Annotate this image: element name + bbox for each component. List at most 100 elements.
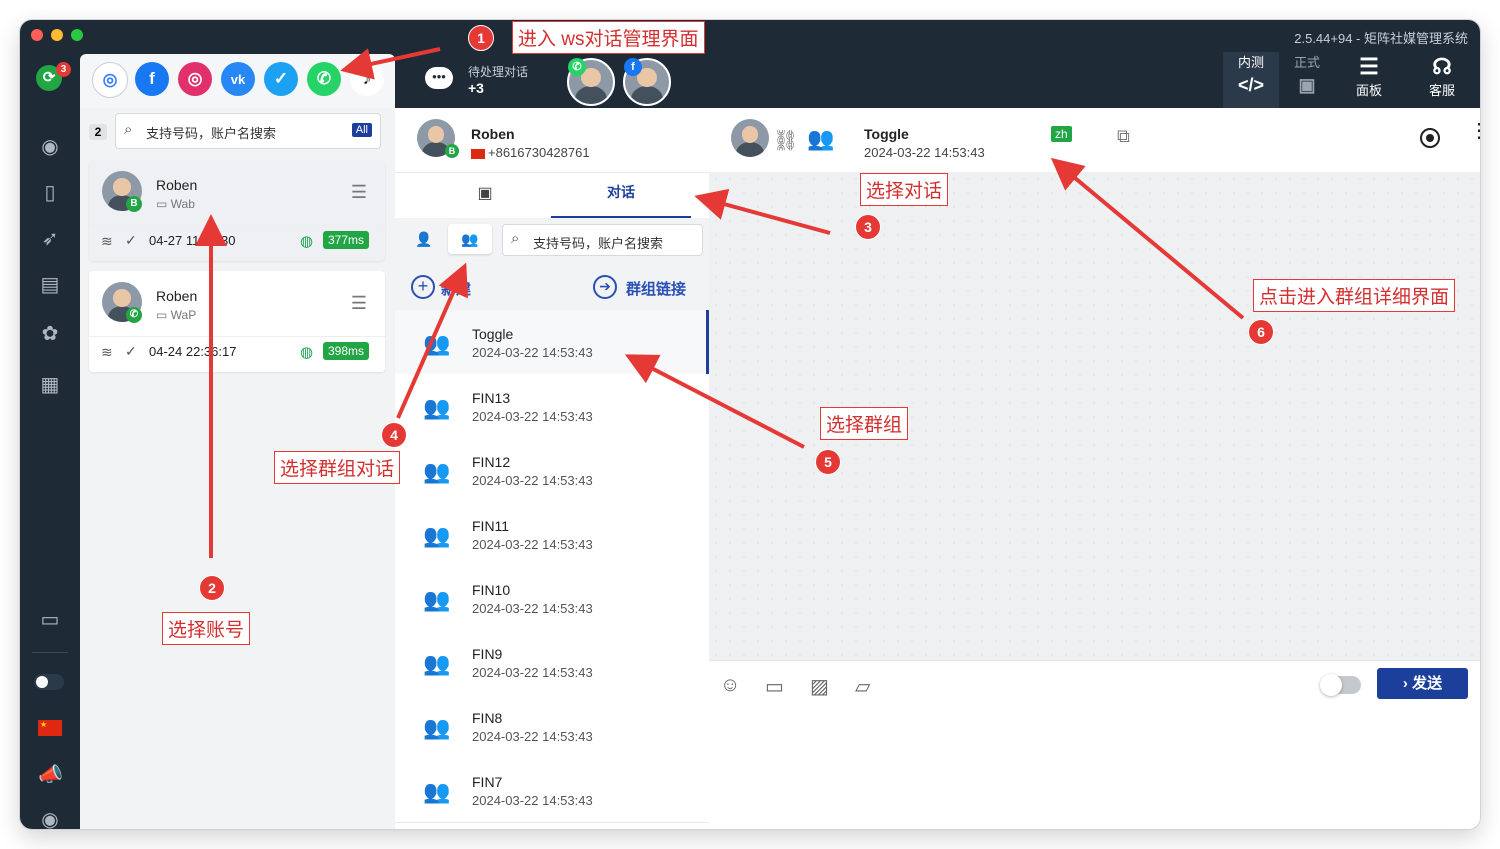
china-flag-icon — [471, 148, 485, 159]
folder-icon[interactable]: ▱ — [855, 674, 870, 699]
language-badge[interactable]: zh — [1051, 126, 1072, 142]
screen-icon[interactable]: ▭ — [765, 674, 784, 699]
tab-conversations[interactable]: 对话 — [551, 172, 691, 218]
instagram-icon[interactable]: ◎ — [178, 62, 212, 96]
china-flag-icon[interactable]: ★ — [38, 720, 62, 736]
link-icon[interactable]: ⛓ — [773, 128, 798, 153]
group-name: FIN11 — [472, 518, 510, 534]
group-icon: 👥 — [423, 523, 451, 548]
chrome-icon[interactable]: ◉ — [38, 135, 62, 159]
group-name: Toggle — [472, 326, 514, 342]
annotation-label: 选择对话 — [860, 173, 949, 206]
group-date: 2024-03-22 14:53:43 — [472, 665, 593, 680]
group-date: 2024-03-22 14:53:43 — [472, 537, 593, 552]
group-name: FIN9 — [472, 646, 503, 662]
beta-button[interactable]: 内测 </> — [1223, 52, 1279, 108]
latency-badge: 398ms — [323, 342, 370, 360]
account-card[interactable]: B Roben ▭ Wab ☰ ≋ ✓ 04-27 11:15:30 ◍ 377… — [89, 160, 385, 261]
group-date: 2024-03-22 14:53:43 — [472, 345, 593, 360]
conversation-search-input[interactable]: ⌕ 支持号码，账户名搜索 — [502, 224, 703, 256]
title-bar: 2.5.44+94 - 矩阵社媒管理系统 ⟳ 3 ◎ f ◎ vk ✓ ✆ ♪ … — [20, 20, 1480, 108]
add-circle-icon[interactable]: + — [411, 275, 435, 299]
group-icon[interactable]: 👥 — [807, 126, 834, 152]
settings-sliders-icon[interactable]: ☰ — [351, 293, 367, 314]
group-list-item[interactable]: 👥 FIN13 2024-03-22 14:53:43 — [395, 374, 709, 439]
laptop-icon: ▭ — [156, 197, 171, 211]
settings-sliders-icon[interactable]: ☰ — [351, 182, 367, 203]
group-chat-filter-icon[interactable]: 👥 — [448, 224, 492, 254]
group-icon: 👥 — [423, 459, 451, 484]
account-type: ▭ WaP — [156, 308, 196, 322]
chat-title: Toggle — [864, 126, 909, 142]
release-button[interactable]: 正式 ▣ — [1279, 52, 1335, 108]
all-filter-button[interactable]: All — [351, 123, 372, 137]
theme-toggle[interactable] — [34, 674, 64, 690]
emoji-icon[interactable]: ☺ — [720, 674, 740, 697]
rocket-icon[interactable]: ➶ — [38, 227, 62, 251]
group-date: 2024-03-22 14:53:43 — [472, 729, 593, 744]
server-icon[interactable]: ▭ — [38, 608, 62, 632]
phone-icon[interactable]: ▯ — [38, 181, 62, 205]
annotation-number: 6 — [1248, 319, 1274, 345]
facebook-icon[interactable]: f — [135, 62, 169, 96]
group-icon: 👥 — [423, 587, 451, 612]
minimize-window-button[interactable] — [51, 29, 63, 41]
annotation-number: 3 — [855, 214, 881, 240]
group-list-item[interactable]: 👥 FIN12 2024-03-22 14:53:43 — [395, 438, 709, 503]
conversation-filter-bar: 👤 👥 ⌕ 支持号码，账户名搜索 — [395, 218, 709, 264]
account-search-input[interactable]: ⌕ 支持号码，账户名搜索 All — [115, 113, 381, 149]
copy-icon[interactable]: ⧉ — [1117, 126, 1130, 147]
pending-count: +3 — [468, 80, 484, 96]
latency-badge: 377ms — [323, 231, 370, 249]
group-list-item[interactable]: 👥 FIN9 2024-03-22 14:53:43 — [395, 630, 709, 695]
store-icon[interactable]: ▤ — [38, 273, 62, 297]
image-icon[interactable]: ▨ — [810, 674, 829, 699]
brain-icon[interactable]: ✿ — [38, 322, 62, 346]
chat-header[interactable]: ⛓ 👥 Toggle 2024-03-22 14:53:43 zh ⧉ ⋮ — [709, 108, 1480, 173]
whatsapp-badge-icon: ✆ — [126, 307, 142, 323]
account-type-label: Wab — [170, 197, 195, 211]
conversation-header: B Roben +8616730428761 — [395, 108, 709, 173]
account-icon[interactable]: ◉ — [38, 808, 62, 829]
generic-platform-icon[interactable]: ◎ — [92, 62, 128, 98]
send-button[interactable]: › 发送 — [1377, 668, 1468, 699]
tiktok-icon[interactable]: ♪ — [350, 62, 384, 96]
globe-icon: ◍ — [300, 344, 314, 361]
chat-bubble-icon: ••• — [425, 67, 453, 89]
group-name: FIN13 — [472, 390, 511, 406]
new-group-button[interactable]: 新建 — [441, 278, 471, 299]
left-sidebar: ◉ ▯ ➶ ▤ ✿ ▦ ▭ ★ 📣 ◉ — [20, 108, 80, 829]
platform-bar: ◎ f ◎ vk ✓ ✆ ♪ — [80, 54, 395, 108]
whatsapp-icon[interactable]: ✆ — [307, 62, 341, 96]
wifi-icon: ≋ — [101, 344, 113, 360]
group-list-item[interactable]: 👥 FIN11 2024-03-22 14:53:43 — [395, 502, 709, 567]
group-list-item[interactable]: 👥 Toggle 2024-03-22 14:53:43 — [395, 310, 709, 375]
record-icon[interactable] — [1420, 128, 1440, 148]
account-name: Roben — [156, 288, 198, 304]
account-count-badge: 2 — [89, 124, 107, 140]
panel-button[interactable]: ☰ 面板 — [1341, 52, 1397, 108]
group-list-item[interactable]: 👥 FIN8 2024-03-22 14:53:43 — [395, 694, 709, 759]
support-button[interactable]: ☊ 客服 — [1414, 52, 1470, 108]
account-card[interactable]: ✆ Roben ▭ WaP ☰ ≋ ✓ 04-24 22:36:17 ◍ 398… — [89, 271, 385, 372]
business-badge-icon: B — [445, 144, 459, 158]
maximize-window-button[interactable] — [71, 29, 83, 41]
more-menu-icon[interactable]: ⋮ — [1469, 121, 1480, 141]
whatsapp-icon: ✆ — [568, 58, 586, 76]
tab-contacts[interactable]: ▣ — [455, 172, 515, 216]
twitter-icon[interactable]: ✓ — [264, 62, 298, 96]
monitor-icon: ▣ — [1298, 75, 1316, 95]
single-chat-filter-icon[interactable]: 👤 — [402, 224, 446, 254]
group-list-item[interactable]: 👥 FIN10 2024-03-22 14:53:43 — [395, 566, 709, 631]
annotation-number: 5 — [815, 449, 841, 475]
close-window-button[interactable] — [31, 29, 43, 41]
arrow-right-circle-icon[interactable]: ➔ — [593, 275, 617, 299]
group-list-item[interactable]: 👥 FIN7 2024-03-22 14:53:43 — [395, 758, 709, 823]
translate-toggle[interactable] — [1320, 674, 1361, 696]
group-link-button[interactable]: 群组链接 — [626, 278, 686, 299]
megaphone-icon[interactable]: 📣 — [38, 763, 63, 787]
group-name: FIN12 — [472, 454, 511, 470]
vk-icon[interactable]: vk — [221, 62, 255, 96]
film-icon[interactable]: ▦ — [38, 373, 62, 397]
headset-icon: ☊ — [1432, 54, 1452, 79]
